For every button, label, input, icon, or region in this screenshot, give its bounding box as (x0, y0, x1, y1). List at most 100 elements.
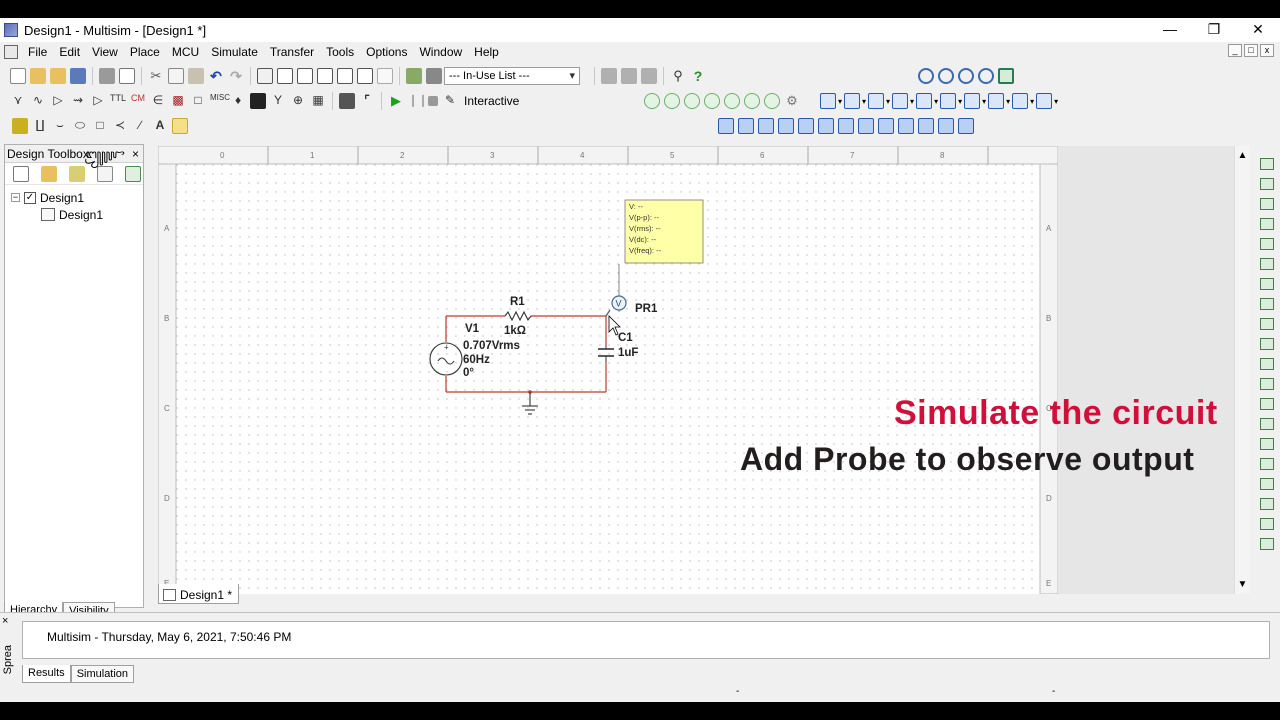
pin-icon[interactable]: ᭾ (86, 145, 125, 163)
grapher-view-icon[interactable] (820, 93, 836, 109)
word-generator-icon[interactable] (1260, 298, 1274, 310)
c1-ref-label[interactable]: C1 (618, 332, 633, 344)
c1-value-label[interactable]: 1uF (618, 347, 638, 359)
spreadsheet-close-icon[interactable]: × (2, 615, 16, 627)
database-icon[interactable] (357, 68, 373, 84)
network-analyzer-icon[interactable] (1260, 418, 1274, 430)
zoom-area-icon[interactable] (958, 68, 974, 84)
text-icon[interactable]: A (152, 118, 168, 134)
r1-ref-label[interactable]: R1 (510, 296, 525, 308)
mcu-component-icon[interactable]: ▦ (310, 93, 326, 109)
cut-icon[interactable]: ✂ (148, 68, 164, 84)
arc-icon[interactable]: ⌣ (52, 118, 68, 134)
full-screen-icon[interactable] (998, 68, 1014, 84)
iv-analyzer-icon[interactable] (1260, 358, 1274, 370)
cmos-component-icon[interactable]: CM (130, 93, 146, 109)
v1-voltage-label[interactable]: 0.707Vrms (463, 340, 520, 352)
agilent-oscilloscope-icon[interactable] (1260, 478, 1274, 490)
comment-icon[interactable] (172, 118, 188, 134)
help-icon[interactable]: ? (690, 68, 706, 84)
pr1-ref-label[interactable]: PR1 (635, 303, 658, 315)
document-menu-icon[interactable] (4, 45, 18, 59)
instrument-4-icon[interactable] (778, 118, 794, 134)
grid-icon[interactable] (277, 68, 293, 84)
diode-component-icon[interactable]: ▷ (50, 93, 66, 109)
copy-icon[interactable] (168, 68, 184, 84)
probe-readout-box[interactable]: V: -- V(p-p): -- V(rms): -- V(dc): -- V(… (624, 199, 704, 264)
save-icon[interactable] (70, 68, 86, 84)
mdi-minimize-button[interactable]: _ (1228, 44, 1242, 57)
menu-help[interactable]: Help (468, 45, 505, 59)
interactive-mode-icon[interactable]: ✎ (442, 93, 458, 109)
misc-component-icon[interactable]: MISC (210, 93, 230, 109)
zoom-sheet-icon[interactable] (978, 68, 994, 84)
mixed-component-icon[interactable]: ▩ (170, 93, 186, 109)
postprocessor-icon[interactable] (844, 93, 861, 109)
oscilloscope-icon[interactable] (1260, 218, 1274, 230)
line-icon[interactable]: ∕ (132, 118, 148, 134)
bus-icon[interactable]: ⌜ (359, 93, 375, 109)
menu-window[interactable]: Window (413, 45, 468, 59)
paste-icon[interactable] (188, 68, 204, 84)
probe-differential-icon[interactable] (704, 93, 720, 109)
options-view-icon[interactable] (1036, 93, 1053, 109)
wattmeter-icon[interactable] (1260, 198, 1274, 210)
menu-tools[interactable]: Tools (320, 45, 360, 59)
probe-current-icon[interactable] (664, 93, 680, 109)
v1-ref-label[interactable]: V1 (465, 323, 480, 335)
place-component-icon[interactable] (406, 68, 422, 84)
instrument-13-icon[interactable] (958, 118, 974, 134)
probe-voltage-reference-icon[interactable] (724, 93, 740, 109)
hierarchy-icon[interactable] (916, 93, 933, 109)
new-icon[interactable] (10, 68, 26, 84)
instrument-1-icon[interactable] (718, 118, 734, 134)
graphics-annotation-icon[interactable] (12, 118, 28, 134)
frequency-counter-icon[interactable] (1260, 278, 1274, 290)
instrument-10-icon[interactable] (898, 118, 914, 134)
in-use-list-select[interactable]: --- In-Use List --- (444, 67, 580, 85)
new-design-icon[interactable] (13, 165, 29, 182)
menu-mcu[interactable]: MCU (166, 45, 205, 59)
probe-digital-icon[interactable] (744, 93, 760, 109)
scroll-down-icon[interactable]: ▼ (1235, 579, 1250, 590)
logic-analyzer-icon[interactable] (1260, 338, 1274, 350)
component-wizard-icon[interactable] (377, 68, 393, 84)
probe-power-icon[interactable] (684, 93, 700, 109)
multimeter-icon[interactable] (1260, 158, 1274, 170)
run-icon[interactable]: ▶ (388, 93, 404, 109)
spreadsheet-view-icon[interactable] (317, 68, 333, 84)
four-channel-oscilloscope-icon[interactable] (1260, 238, 1274, 250)
component-database-icon[interactable] (426, 68, 442, 84)
instrument-6-icon[interactable] (818, 118, 834, 134)
function-generator-icon[interactable] (1260, 178, 1274, 190)
tab-simulation[interactable]: Simulation (70, 665, 135, 683)
mdi-restore-button[interactable]: □ (1244, 44, 1258, 57)
distortion-analyzer-icon[interactable] (1260, 378, 1274, 390)
open-design-icon[interactable] (41, 165, 57, 182)
collapse-icon[interactable]: − (11, 193, 20, 202)
spectrum-analyzer-icon[interactable] (1260, 398, 1274, 410)
open-icon[interactable] (30, 68, 46, 84)
wire-icon[interactable] (1012, 93, 1029, 109)
hierarchical-block-icon[interactable] (339, 93, 355, 109)
schematic-sheet[interactable]: 0 1 2 3 4 5 6 7 8 A B C D E A B C (158, 146, 1059, 594)
close-design-icon[interactable] (97, 165, 113, 182)
redo-icon[interactable]: ↷ (228, 68, 244, 84)
probe-settings-gear-icon[interactable]: ⚙ (784, 93, 800, 109)
print-icon[interactable] (99, 68, 115, 84)
menu-simulate[interactable]: Simulate (205, 45, 264, 59)
instrument-12-icon[interactable] (938, 118, 954, 134)
r1-value-label[interactable]: 1kΩ (504, 325, 526, 337)
tree-item-sheet[interactable]: Design1 (11, 206, 137, 223)
source-component-icon[interactable]: ⋎ (10, 93, 26, 109)
menu-place[interactable]: Place (124, 45, 166, 59)
misc-digital-icon[interactable]: ∈ (150, 93, 166, 109)
print-preview-icon[interactable] (119, 68, 135, 84)
analog-component-icon[interactable]: ▷ (90, 93, 106, 109)
vertical-scrollbar[interactable]: ▲ ▼ (1234, 146, 1250, 594)
rectangle-icon[interactable]: □ (92, 118, 108, 134)
forward-annotate-icon[interactable] (641, 68, 657, 84)
toolbox-close-icon[interactable]: × (132, 145, 139, 163)
undo-icon[interactable]: ↶ (208, 68, 224, 84)
fullscreen-icon[interactable] (257, 68, 273, 84)
